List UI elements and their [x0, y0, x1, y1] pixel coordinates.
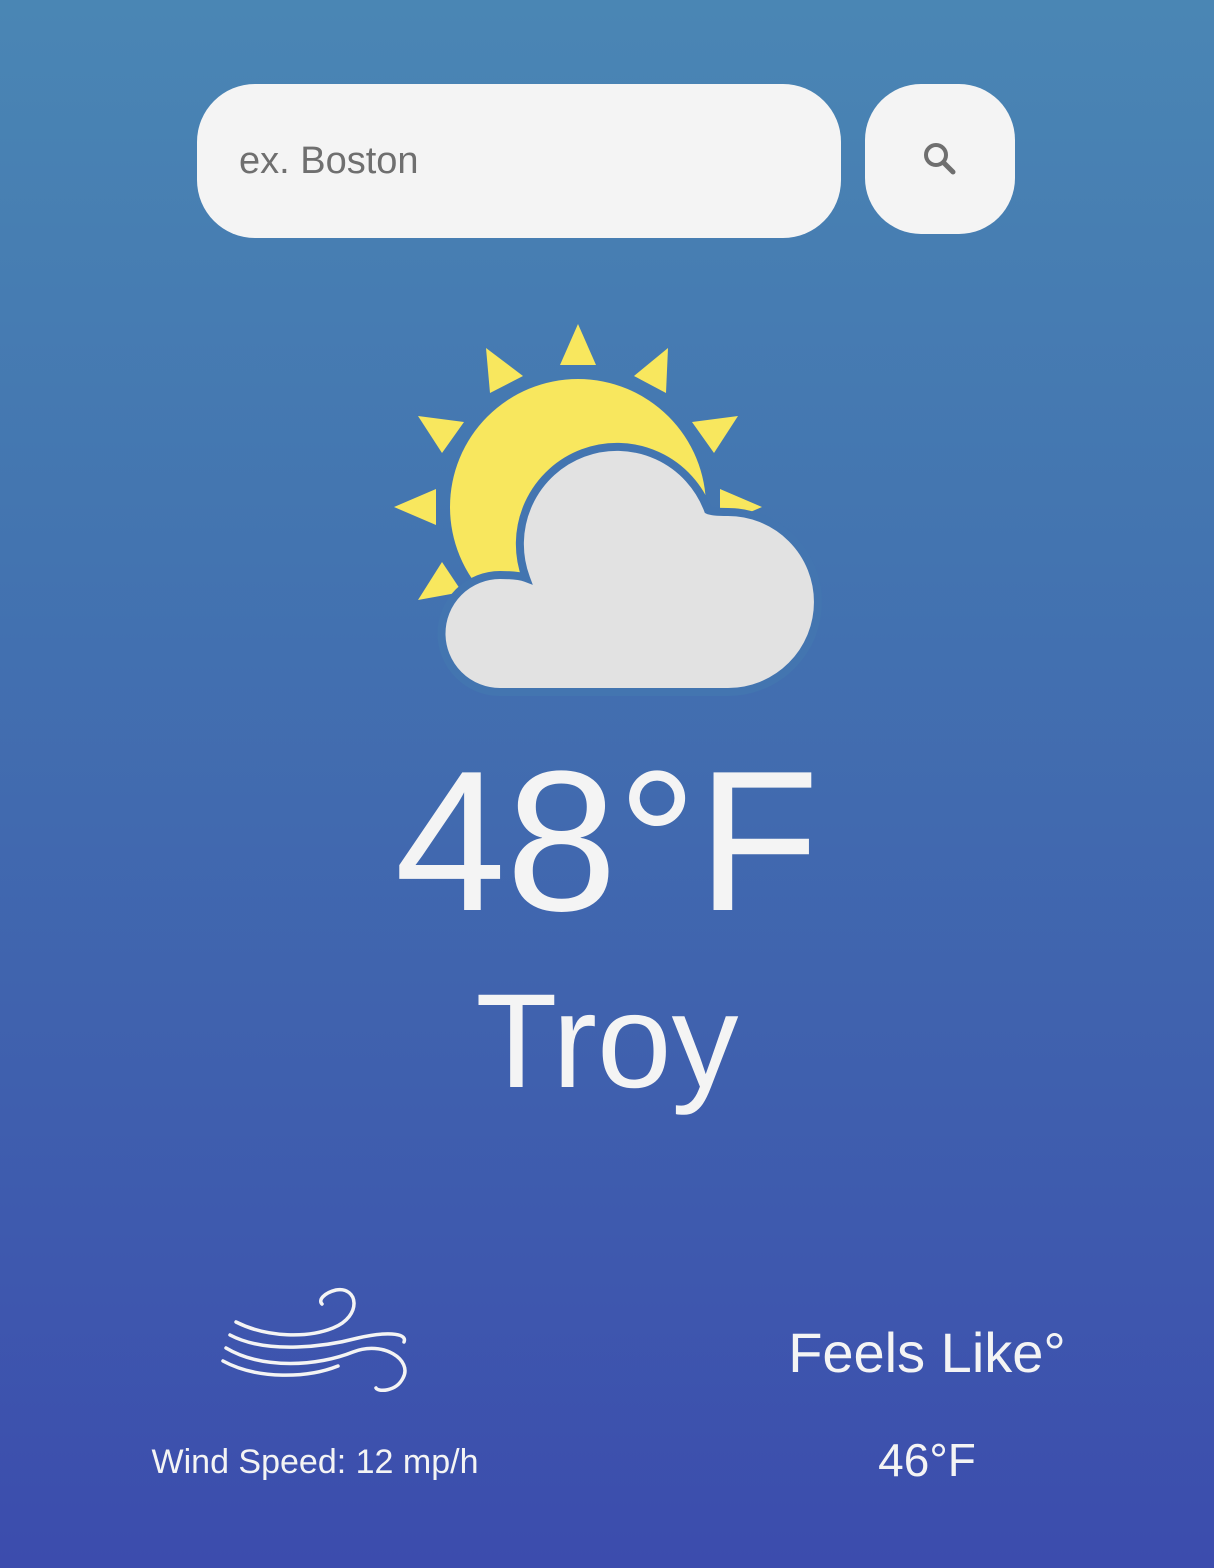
partly-cloudy-icon — [394, 324, 822, 696]
search-bar — [197, 84, 841, 238]
feels-like-label: Feels Like° — [788, 1321, 1066, 1384]
search-input[interactable] — [237, 138, 801, 184]
city-name: Troy — [475, 967, 739, 1116]
wind-icon — [221, 1288, 407, 1393]
temperature: 48°F — [394, 730, 820, 953]
search-button[interactable] — [865, 84, 1015, 234]
feels-like-value: 46°F — [878, 1434, 976, 1486]
search-icon — [924, 143, 956, 175]
wind-speed: Wind Speed: 12 mp/h — [151, 1443, 479, 1481]
